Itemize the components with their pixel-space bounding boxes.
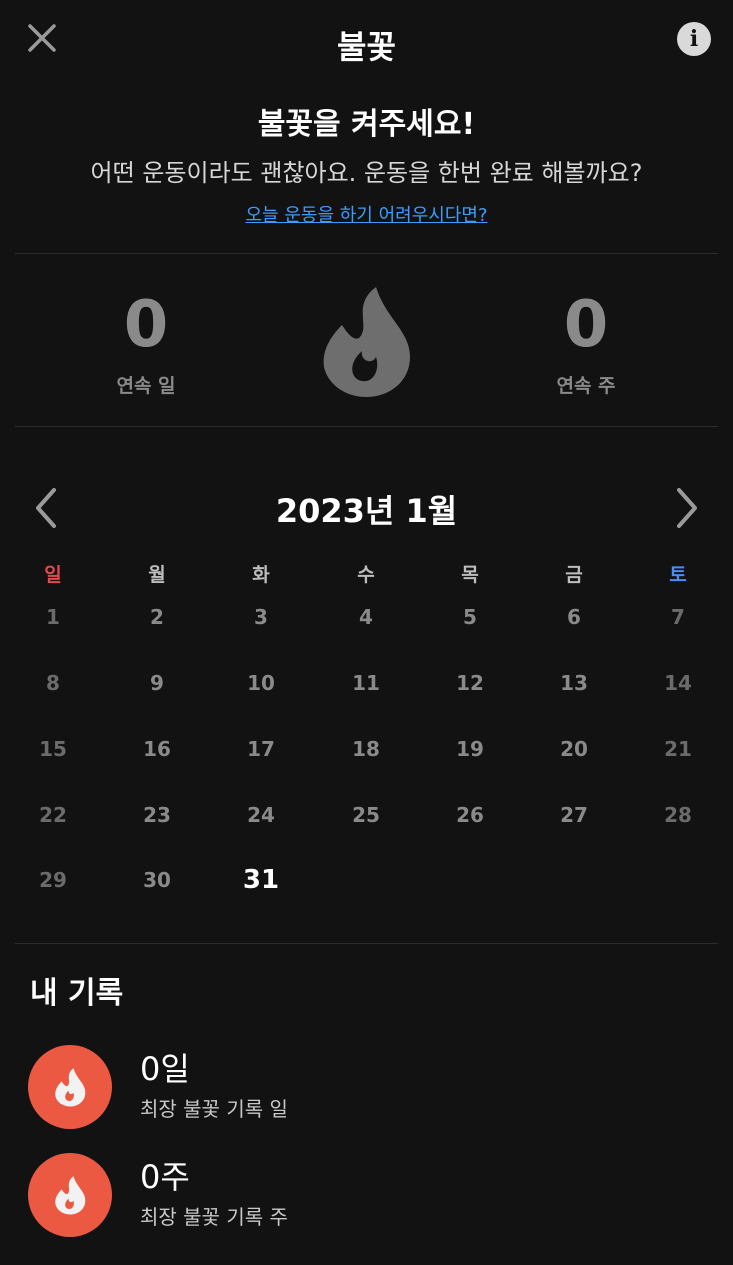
record-item: 0일 최장 불꽃 기록 일 bbox=[28, 1045, 708, 1131]
weekday-label: 목 bbox=[461, 564, 479, 586]
streak-days-label: 연속 일 bbox=[116, 375, 176, 397]
calendar-day[interactable]: 17 bbox=[231, 737, 291, 761]
calendar-header: 2023년 1월 bbox=[0, 478, 733, 538]
weekday-label: 수 bbox=[357, 564, 375, 586]
divider bbox=[15, 426, 718, 427]
calendar-day[interactable]: 28 bbox=[648, 803, 708, 827]
weekday-label: 월 bbox=[148, 564, 166, 586]
calendar-day[interactable]: 16 bbox=[127, 737, 187, 761]
next-month-button[interactable] bbox=[671, 486, 703, 530]
record-badge bbox=[28, 1153, 112, 1237]
divider bbox=[15, 943, 718, 944]
intro-subtitle: 어떤 운동이라도 괜찮아요. 운동을 한번 완료 해볼까요? bbox=[90, 159, 643, 187]
weekday-row: 일월화수목금토 bbox=[0, 560, 733, 590]
streak-weeks-label: 연속 주 bbox=[556, 375, 616, 397]
calendar-day[interactable]: 24 bbox=[231, 803, 291, 827]
weekday-label: 일 bbox=[44, 564, 62, 586]
calendar-day[interactable]: 27 bbox=[544, 803, 604, 827]
calendar-day[interactable]: 7 bbox=[648, 605, 708, 629]
record-badge bbox=[28, 1045, 112, 1129]
calendar-day[interactable]: 14 bbox=[648, 671, 708, 695]
calendar-day[interactable]: 8 bbox=[23, 671, 83, 695]
calendar-day[interactable]: 20 bbox=[544, 737, 604, 761]
calendar-day[interactable]: 2 bbox=[127, 605, 187, 629]
intro-heading: 불꽃을 켜주세요! bbox=[257, 107, 476, 142]
weekday-label: 금 bbox=[565, 564, 583, 586]
streak-days: 0 연속 일 bbox=[46, 285, 246, 398]
weekday-label: 토 bbox=[669, 564, 687, 586]
intro-section: 불꽃을 켜주세요! 어떤 운동이라도 괜찮아요. 운동을 한번 완료 해볼까요?… bbox=[0, 103, 733, 227]
calendar-day[interactable]: 30 bbox=[127, 868, 187, 892]
calendar-day[interactable]: 5 bbox=[440, 605, 500, 629]
calendar-day[interactable]: 25 bbox=[336, 803, 396, 827]
calendar-day[interactable]: 9 bbox=[127, 671, 187, 695]
streak-weeks-value: 0 bbox=[563, 288, 609, 362]
calendar-day[interactable]: 22 bbox=[23, 803, 83, 827]
record-label: 최장 불꽃 기록 주 bbox=[140, 1205, 288, 1229]
weekday-label: 화 bbox=[252, 564, 270, 586]
divider bbox=[15, 253, 718, 254]
calendar-day[interactable]: 31 bbox=[231, 865, 291, 895]
calendar-day[interactable]: 18 bbox=[336, 737, 396, 761]
record-value: 0일 bbox=[140, 1050, 190, 1088]
chevron-right-icon bbox=[677, 488, 697, 528]
record-value: 0주 bbox=[140, 1158, 190, 1196]
flame-icon bbox=[55, 1176, 86, 1215]
calendar-day[interactable]: 12 bbox=[440, 671, 500, 695]
streak-days-value: 0 bbox=[123, 288, 169, 362]
records-title: 내 기록 bbox=[30, 976, 124, 1011]
calendar-month-title: 2023년 1월 bbox=[275, 492, 458, 530]
record-item: 0주 최장 불꽃 기록 주 bbox=[28, 1153, 708, 1239]
calendar-day[interactable]: 3 bbox=[231, 605, 291, 629]
page-title: 불꽃 bbox=[337, 28, 396, 66]
top-bar: 불꽃 i bbox=[0, 0, 733, 84]
calendar-day[interactable]: 4 bbox=[336, 605, 396, 629]
calendar-day[interactable]: 19 bbox=[440, 737, 500, 761]
calendar-day[interactable]: 10 bbox=[231, 671, 291, 695]
calendar-day[interactable]: 23 bbox=[127, 803, 187, 827]
calendar-day[interactable]: 21 bbox=[648, 737, 708, 761]
streak-summary: 0 연속 일 0 연속 주 bbox=[0, 255, 733, 425]
calendar-day[interactable]: 6 bbox=[544, 605, 604, 629]
flame-icon bbox=[55, 1068, 86, 1107]
streak-weeks: 0 연속 주 bbox=[486, 285, 686, 398]
calendar-day[interactable]: 29 bbox=[23, 868, 83, 892]
calendar-day[interactable]: 15 bbox=[23, 737, 83, 761]
calendar-day[interactable]: 26 bbox=[440, 803, 500, 827]
calendar-day[interactable]: 1 bbox=[23, 605, 83, 629]
help-link[interactable]: 오늘 운동을 하기 어려우시다면? bbox=[246, 201, 488, 227]
calendar-day[interactable]: 11 bbox=[336, 671, 396, 695]
calendar-day[interactable]: 13 bbox=[544, 671, 604, 695]
info-icon: i bbox=[689, 26, 699, 52]
flame-icon bbox=[323, 287, 410, 397]
info-button[interactable]: i bbox=[677, 22, 711, 56]
record-label: 최장 불꽃 기록 일 bbox=[140, 1097, 288, 1121]
